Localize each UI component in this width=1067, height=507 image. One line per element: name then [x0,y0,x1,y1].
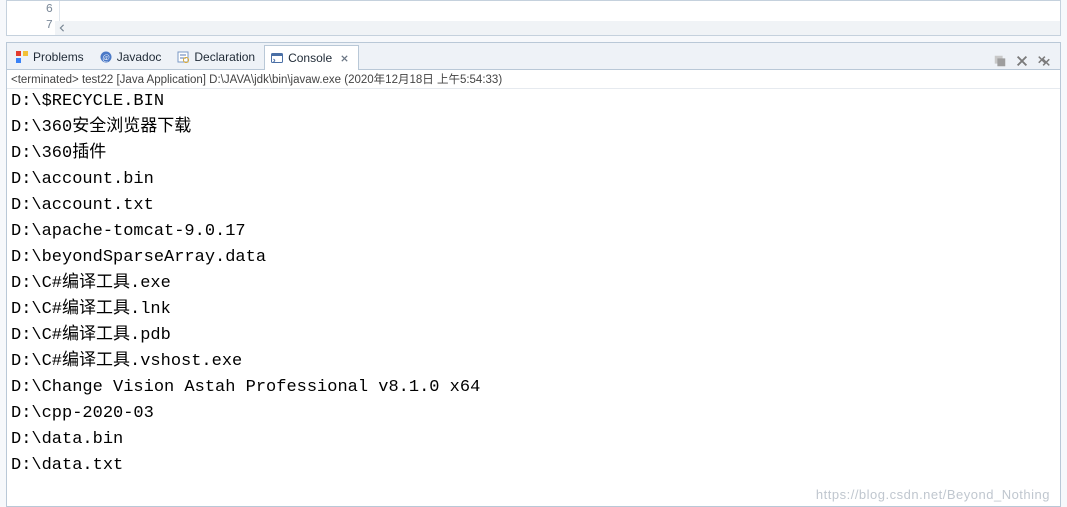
console-line: D:\beyondSparseArray.data [11,245,1056,271]
console-line: D:\account.txt [11,193,1056,219]
line-number: 7 [46,17,53,33]
close-icon[interactable] [338,52,350,64]
console-line: D:\apache-tomcat-9.0.17 [11,219,1056,245]
tab-label: Problems [33,50,84,64]
views-tab-bar: Problems @ Javadoc [7,43,1060,70]
problems-icon [15,50,29,64]
console-line: D:\data.txt [11,453,1056,479]
javadoc-icon: @ [99,50,113,64]
console-line: D:\C#编译工具.vshost.exe [11,349,1056,375]
console-line: D:\C#编译工具.exe [11,271,1056,297]
console-line: D:\Change Vision Astah Professional v8.1… [11,375,1056,401]
console-line: D:\C#编译工具.pdb [11,323,1056,349]
remove-all-terminated-icon[interactable] [992,53,1008,69]
svg-text:@: @ [102,53,109,62]
remove-all-launches-icon[interactable] [1036,53,1052,69]
bottom-views-panel: Problems @ Javadoc [6,42,1061,507]
tab-label: Javadoc [117,50,162,64]
tab-problems[interactable]: Problems [9,44,93,69]
line-number: 6 [46,1,53,17]
tab-label: Declaration [194,50,255,64]
console-line: D:\data.bin [11,427,1056,453]
console-output[interactable]: D:\$RECYCLE.BIN D:\360安全浏览器下载 D:\360插件 D… [7,89,1060,506]
console-line: D:\360安全浏览器下载 [11,115,1056,141]
tab-declaration[interactable]: Declaration [170,44,264,69]
remove-launch-icon[interactable] [1014,53,1030,69]
console-launch-text: <terminated> test22 [Java Application] D… [11,74,502,86]
console-line: D:\$RECYCLE.BIN [11,89,1056,115]
scroll-left-icon[interactable] [55,21,69,35]
watermark-text: https://blog.csdn.net/Beyond_Nothing [816,487,1050,502]
tab-console[interactable]: Console [264,45,359,70]
editor-area: 6 7 [6,0,1061,36]
console-line: D:\C#编译工具.lnk [11,297,1056,323]
tab-label: Console [288,51,332,65]
console-icon [270,51,284,65]
console-launch-header: <terminated> test22 [Java Application] D… [7,70,1060,89]
declaration-icon [176,50,190,64]
editor-gutter: 6 7 [7,1,60,35]
editor-horizontal-scrollbar[interactable] [55,21,1060,35]
console-line: D:\account.bin [11,167,1056,193]
tab-javadoc[interactable]: @ Javadoc [93,44,171,69]
console-line: D:\360插件 [11,141,1056,167]
console-line: D:\cpp-2020-03 [11,401,1056,427]
